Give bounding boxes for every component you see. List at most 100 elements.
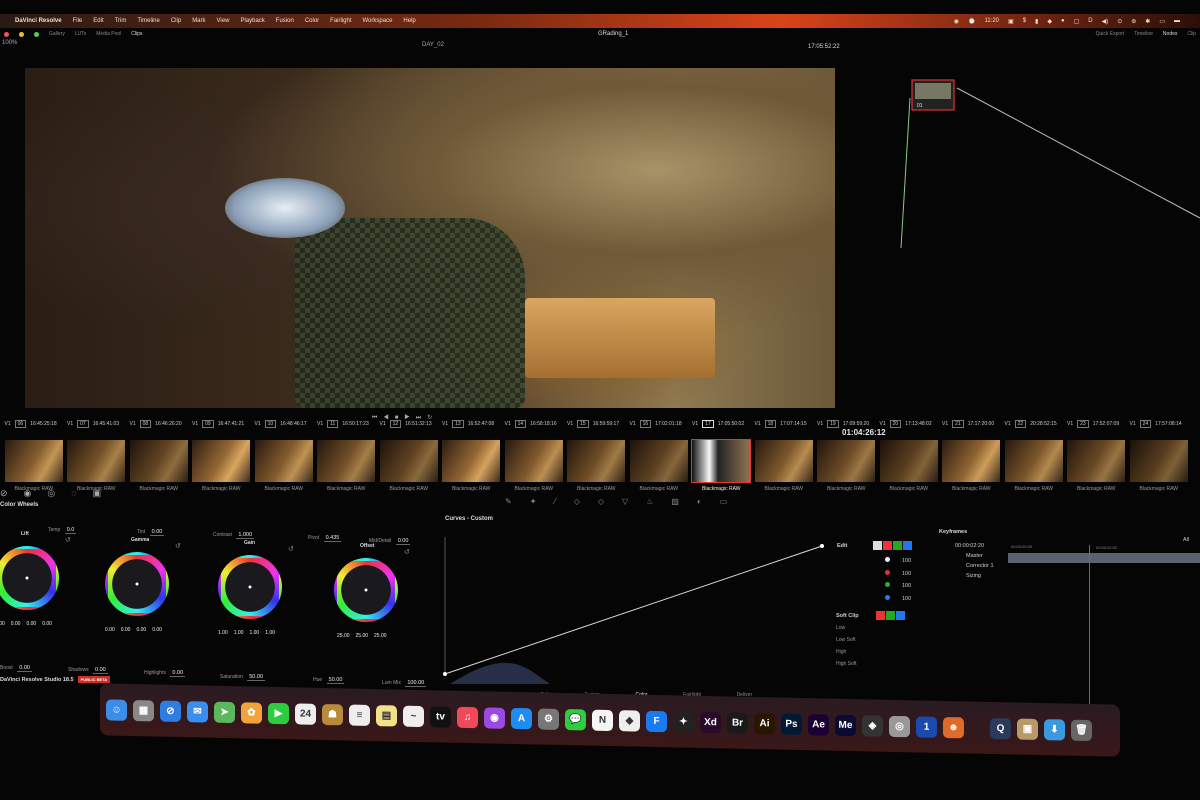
dock-safari-icon[interactable]: ⊘ <box>160 700 181 722</box>
dock-quicktime-icon[interactable]: Q <box>990 717 1011 739</box>
menu-item[interactable]: Fairlight <box>330 18 351 24</box>
dock-freeform-icon[interactable]: ~ <box>403 705 424 727</box>
menu-item[interactable]: Fusion <box>276 18 294 24</box>
clip-thumbnail[interactable] <box>129 440 188 482</box>
reset-icon[interactable]: ↺ <box>175 542 181 550</box>
dock-maps-icon[interactable]: ➤ <box>214 701 235 723</box>
menu-item[interactable]: Mark <box>192 18 205 24</box>
status-icon[interactable]: ▭ <box>1159 18 1165 25</box>
dock-settings-icon[interactable]: ⚙ <box>538 707 559 730</box>
clip-thumbnail[interactable] <box>192 440 250 482</box>
close-button[interactable] <box>4 31 9 37</box>
dock-tv-icon[interactable]: tv <box>430 705 451 728</box>
clip-thumbnail[interactable] <box>629 440 688 482</box>
toolbar-media-pool[interactable]: Media Pool <box>96 31 121 37</box>
toolbar-nodes[interactable]: Nodes <box>1163 31 1177 37</box>
dock-launchpad-icon[interactable]: ▦ <box>133 699 154 721</box>
status-icon[interactable]: D <box>1088 18 1092 24</box>
dock-davinci-resolve-icon[interactable]: ◈ <box>862 714 883 737</box>
pivot-field[interactable]: 0.435 <box>323 535 342 542</box>
dock-contacts-icon[interactable]: ☗ <box>322 703 343 725</box>
dock-downloads-icon[interactable]: ⬇ <box>1044 718 1065 741</box>
dock-figma-icon[interactable]: ✦ <box>673 710 694 733</box>
status-icon[interactable]: ◉ <box>954 18 959 25</box>
channel-value[interactable]: 100 <box>902 558 911 564</box>
dock-archive-icon[interactable]: ▣ <box>1017 718 1038 740</box>
clip-thumbnail[interactable] <box>504 440 563 482</box>
dock-finder-icon[interactable]: ☺ <box>106 698 127 721</box>
softclip-row[interactable]: Low <box>836 625 845 631</box>
clip-thumbnail[interactable] <box>1067 440 1125 482</box>
menu-item[interactable]: Timeline <box>137 18 159 24</box>
temp-field[interactable]: 0.0 <box>64 527 77 534</box>
clip-thumbnail[interactable] <box>1004 440 1063 482</box>
status-icon[interactable]: $ <box>1023 18 1026 24</box>
saturation-field[interactable]: 50.00 <box>247 674 266 681</box>
keyframe-row-sizing[interactable]: Sizing <box>966 573 981 579</box>
dock-1password-icon[interactable]: 1 <box>916 715 937 738</box>
wheel-offset[interactable] <box>334 558 398 622</box>
clip-thumbnail[interactable] <box>254 440 313 482</box>
clip-thumbnail[interactable] <box>1129 440 1188 482</box>
playhead[interactable] <box>1089 545 1090 705</box>
status-icon[interactable]: ✱ <box>1145 18 1150 25</box>
dock-facetime-icon[interactable]: ▶ <box>268 702 289 724</box>
boost-field[interactable]: 0.00 <box>17 665 32 672</box>
softclip-toggles[interactable] <box>876 611 906 622</box>
dock-music-icon[interactable]: ♫ <box>457 706 478 728</box>
dock-media-encoder-icon[interactable]: Me <box>835 714 856 736</box>
dock-notes-icon[interactable]: ▤ <box>376 704 397 727</box>
grade-tool-icons[interactable]: ⊘◉◎◌▣ <box>0 488 117 499</box>
highlights-field[interactable]: 0.00 <box>170 670 186 677</box>
wheel-value[interactable]: 0.00 <box>136 627 146 633</box>
shadows-field[interactable]: 0.00 <box>93 667 108 674</box>
contrast-field[interactable]: 1.000 <box>236 532 255 539</box>
menu-item[interactable]: View <box>217 18 230 24</box>
clip-thumbnail[interactable] <box>754 440 813 482</box>
clip-thumbnail[interactable] <box>691 439 751 483</box>
dock-trash-icon[interactable]: 🗑 <box>1071 719 1092 741</box>
wheel-value[interactable]: 0.00 <box>0 621 5 627</box>
dock-illustrator-icon[interactable]: Ai <box>754 712 775 734</box>
reset-icon[interactable]: ↺ <box>404 548 410 556</box>
clip-thumbnail[interactable] <box>879 440 938 482</box>
menu-item[interactable]: DaVinci Resolve <box>15 18 62 24</box>
zoom-level[interactable]: 100% <box>2 40 17 46</box>
keyframe-row-master[interactable]: Master <box>966 553 983 559</box>
softclip-row[interactable]: High Soft <box>836 661 857 667</box>
channel-value[interactable]: 100 <box>902 583 911 589</box>
palette-tool-icons[interactable]: ✎✦⁄◇◇▽♨▨◐▭ <box>505 497 745 506</box>
menu-item[interactable]: Help <box>403 18 415 24</box>
toolbar-gallery[interactable]: Gallery <box>49 31 65 37</box>
dock-reminders-icon[interactable]: ≡ <box>349 704 370 726</box>
dock-framer-icon[interactable]: F <box>646 710 667 732</box>
reset-icon[interactable]: ↺ <box>65 536 71 544</box>
dock-app-store-icon[interactable]: A <box>511 707 532 729</box>
menu-item[interactable]: Trim <box>115 18 127 24</box>
dock-messages-icon[interactable]: 💬 <box>565 708 586 730</box>
menu-item[interactable]: Color <box>305 18 319 24</box>
node-editor[interactable]: 01 <box>845 58 1200 458</box>
menu-item[interactable]: Edit <box>93 18 103 24</box>
dock-craft-icon[interactable]: ◆ <box>619 709 640 732</box>
dock-mail-icon[interactable]: ✉ <box>187 700 208 723</box>
status-icon[interactable]: ▮ <box>1035 18 1038 25</box>
status-icon[interactable]: ◀) <box>1102 18 1109 25</box>
dock-podcasts-icon[interactable]: ◉ <box>484 706 505 729</box>
wheel-value[interactable]: 0.00 <box>42 621 52 627</box>
dock-xd-icon[interactable]: Xd <box>700 711 721 733</box>
zoom-button[interactable] <box>34 31 39 37</box>
keyframes-filter[interactable]: All <box>1183 537 1189 543</box>
dock-disk-utility-icon[interactable]: ◎ <box>889 715 910 737</box>
minimize-button[interactable] <box>19 31 24 37</box>
hue-field[interactable]: 50.00 <box>326 677 345 684</box>
toolbar-clip[interactable]: Clip <box>1187 31 1196 37</box>
timeline-name[interactable]: DAY_02 <box>422 42 444 48</box>
status-icon[interactable]: ▣ <box>1008 18 1014 25</box>
channel-value[interactable]: 100 <box>902 571 911 577</box>
toolbar-clips[interactable]: Clips <box>131 31 142 37</box>
wheel-value[interactable]: 1.00 <box>234 630 244 636</box>
dock-bridge-icon[interactable]: Br <box>727 711 748 734</box>
status-icon[interactable]: ◆ <box>1047 18 1052 25</box>
clip-thumbnail[interactable] <box>442 440 500 482</box>
